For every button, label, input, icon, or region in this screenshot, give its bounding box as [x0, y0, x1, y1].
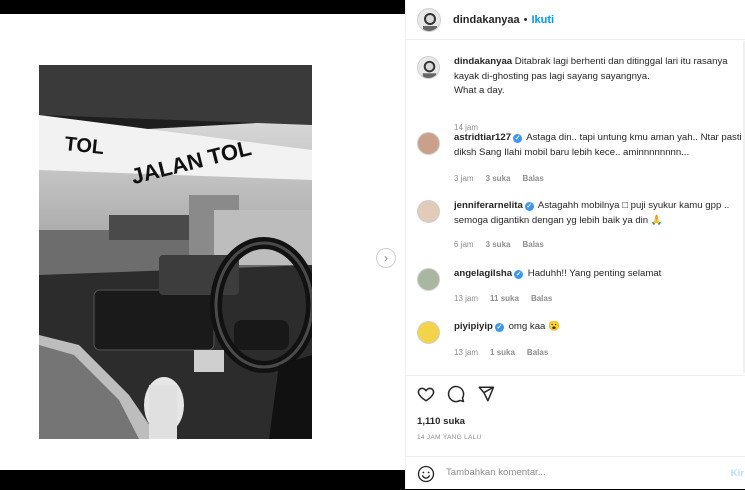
separator-dot: • — [523, 13, 528, 26]
comment-meta: 6 jam 3 suka Balas — [454, 240, 556, 249]
heart-icon[interactable] — [417, 385, 435, 403]
comment-body: piyipiyip ✓ omg kaa 😮 — [454, 320, 745, 335]
commenter-username[interactable]: piyipiyip — [454, 321, 493, 332]
verified-badge-icon: ✓ — [494, 323, 504, 332]
verified-badge-icon: ✓ — [524, 202, 534, 211]
caption-text-1: Ditabrak lagi berhenti dan ditinggal lar… — [514, 56, 728, 67]
comment-body: angelagilsha ✓ Haduhh!! Yang penting sela… — [454, 267, 745, 282]
caption-body: dindakanyaa Ditabrak lagi berhenti dan d… — [454, 55, 745, 99]
car-interior-photo: TOL JALAN TOL — [39, 65, 312, 439]
comment-time: 13 jam — [454, 348, 479, 357]
verified-badge-icon: ✓ — [513, 134, 523, 143]
commenter-username[interactable]: astridtiar127 — [454, 132, 511, 143]
instagram-post-view: TOL JALAN TOL › dindakanyaa • Ikuti dind… — [0, 0, 745, 489]
commenter-avatar[interactable] — [417, 132, 440, 155]
caption-text-2: kayak di-ghosting pas lagi sayang sayang… — [454, 70, 650, 82]
commenter-avatar[interactable] — [417, 200, 440, 223]
media-area: TOL JALAN TOL › — [0, 14, 405, 470]
next-photo-button[interactable]: › — [376, 248, 396, 268]
smiley-icon[interactable] — [417, 465, 435, 488]
comment-time: 13 jam — [454, 294, 479, 303]
comment-meta: 3 jam 3 suka Balas — [454, 174, 556, 183]
commenter-username[interactable]: angelagilsha — [454, 268, 512, 279]
reply-button[interactable]: Balas — [522, 174, 543, 183]
chevron-right-icon: › — [384, 251, 388, 265]
backdrop-top — [0, 0, 405, 14]
comment-likes[interactable]: 1 suka — [490, 348, 515, 357]
comment-body: jenniferarnelita ✓ Astagahh mobilnya □ pu… — [454, 199, 745, 228]
caption-username[interactable]: dindakanyaa — [454, 56, 512, 67]
svg-text:TOL: TOL — [63, 133, 105, 159]
add-comment-input[interactable] — [446, 467, 696, 478]
caption-text-3: What a day. — [454, 85, 505, 96]
follow-button[interactable]: Ikuti — [532, 14, 555, 26]
comment-time: 6 jam — [454, 240, 474, 249]
comment-likes[interactable]: 3 suka — [486, 174, 511, 183]
comment-body: astridtiar127 ✓ Astaga din.. tapi untung … — [454, 131, 745, 160]
reply-button[interactable]: Balas — [527, 348, 548, 357]
comments-list[interactable]: dindakanyaa Ditabrak lagi berhenti dan d… — [406, 40, 745, 375]
reply-button[interactable]: Balas — [522, 240, 543, 249]
author-username[interactable]: dindakanyaa — [453, 14, 520, 26]
post-photo[interactable]: TOL JALAN TOL — [39, 65, 312, 439]
post-comment-button[interactable]: Kir — [731, 468, 744, 479]
post-timestamp: 14 JAM YANG LALU — [417, 434, 482, 441]
comment-text: Haduhh!! Yang penting selamat — [527, 268, 662, 279]
reply-button[interactable]: Balas — [531, 294, 552, 303]
commenter-username[interactable]: jenniferarnelita — [454, 200, 523, 211]
comment-meta: 13 jam 11 suka Balas — [454, 294, 564, 303]
action-icons — [417, 385, 495, 403]
comment-likes[interactable]: 3 suka — [486, 240, 511, 249]
post-header: dindakanyaa • Ikuti — [406, 0, 745, 40]
comment-time: 3 jam — [454, 174, 474, 183]
backdrop-bottom — [0, 470, 405, 489]
comment-text: omg kaa 😮 — [508, 321, 561, 332]
verified-badge-icon: ✓ — [514, 270, 524, 279]
comment-icon[interactable] — [447, 385, 465, 403]
like-count[interactable]: 1,110 suka — [417, 416, 465, 427]
paper-plane-icon[interactable] — [477, 385, 495, 403]
comment-composer: Kir — [406, 456, 745, 490]
post-actions: 1,110 suka 14 JAM YANG LALU Kir — [406, 375, 745, 490]
author-avatar-small[interactable] — [417, 56, 440, 79]
commenter-avatar[interactable] — [417, 268, 440, 291]
commenter-avatar[interactable] — [417, 321, 440, 344]
comment-likes[interactable]: 11 suka — [490, 294, 519, 303]
comment-meta: 13 jam 1 suka Balas — [454, 348, 560, 357]
post-details-panel: dindakanyaa • Ikuti dindakanyaa Ditabrak… — [405, 0, 745, 489]
author-avatar[interactable] — [417, 7, 441, 32]
